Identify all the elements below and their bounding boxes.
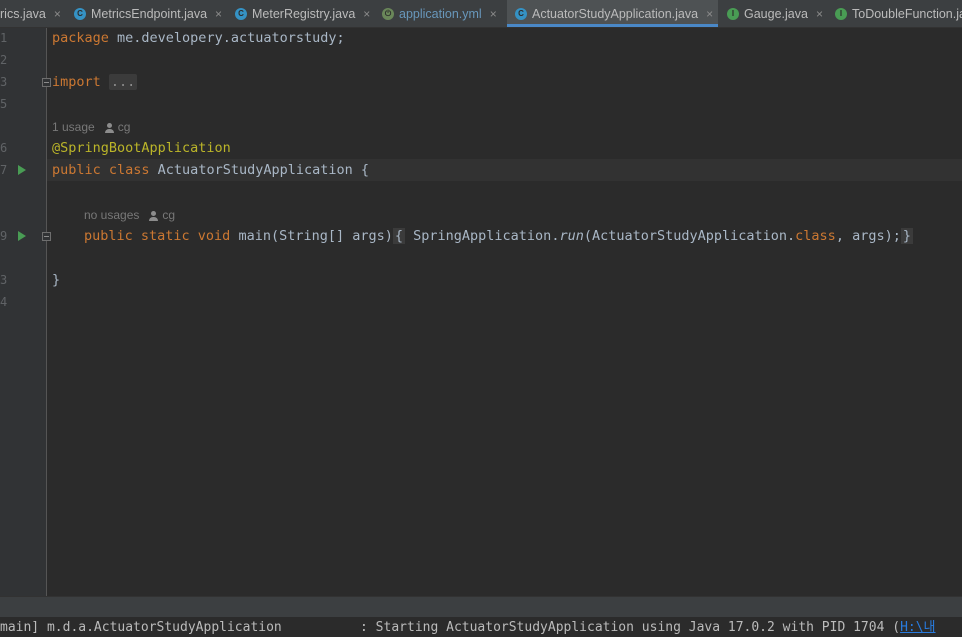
close-icon[interactable]: ×: [490, 7, 497, 21]
tab-actuator-study-application[interactable]: C ActuatorStudyApplication.java ×: [507, 0, 718, 27]
run-class-icon[interactable]: [18, 165, 26, 175]
keyword: public class: [52, 162, 150, 178]
line-number: 3: [0, 75, 8, 89]
line-number: 4: [0, 295, 8, 309]
console-path-link[interactable]: H:\내: [900, 620, 935, 635]
line-number: 5: [0, 97, 8, 111]
keyword: package: [52, 30, 109, 46]
tab-label: ToDoubleFunction.ja: [852, 7, 962, 21]
class-icon: C: [74, 8, 86, 20]
code-line-main: public static void main(String[] args){ …: [84, 228, 913, 244]
close-icon[interactable]: ×: [215, 7, 222, 21]
horizontal-scrollbar[interactable]: [0, 596, 962, 617]
code-editor[interactable]: package me.developery.actuatorstudy; imp…: [47, 28, 962, 596]
folded-brace[interactable]: }: [900, 228, 913, 244]
class-icon: C: [235, 8, 247, 20]
run-main-icon[interactable]: [18, 231, 26, 241]
tab-label: MeterRegistry.java: [252, 7, 356, 21]
author-name: cg: [162, 208, 176, 222]
line-number: 9: [0, 229, 8, 243]
usage-hint[interactable]: no usages cg: [84, 208, 175, 222]
code-line-package: package me.developery.actuatorstudy;: [52, 30, 345, 46]
tab-label: ActuatorStudyApplication.java: [532, 7, 699, 21]
tab-label: rics.java: [0, 7, 46, 21]
class-name: ActuatorStudyApplication {: [149, 162, 369, 178]
spring-yml-icon: ⏻: [382, 8, 394, 20]
code-line-annotation: @SpringBootApplication: [52, 140, 231, 156]
method-run: run: [559, 228, 584, 244]
usage-count: 1 usage: [52, 120, 95, 134]
line-number: 7: [0, 163, 8, 177]
code-line-import: import ...: [52, 74, 138, 90]
keyword: import: [52, 74, 101, 90]
method-call: SpringApplication.: [405, 228, 560, 244]
tab-metrics-endpoint[interactable]: C MetricsEndpoint.java ×: [74, 0, 222, 27]
tab-label: Gauge.java: [744, 7, 808, 21]
tab-to-double-function[interactable]: I ToDoubleFunction.ja: [835, 0, 962, 27]
editor-gutter: 1 2 3 5 6 7 9 3 4: [0, 28, 51, 596]
close-icon[interactable]: ×: [363, 7, 370, 21]
line-number: 6: [0, 141, 8, 155]
line-number: 1: [0, 31, 8, 45]
usage-count: no usages: [84, 208, 140, 222]
tab-label: MetricsEndpoint.java: [91, 7, 208, 21]
code-line-class: public class ActuatorStudyApplication {: [52, 162, 369, 178]
method-args: , args);: [835, 228, 901, 244]
code-line-end: }: [52, 272, 61, 288]
tab-label: application.yml: [399, 7, 482, 21]
tab-metrics[interactable]: rics.java ×: [0, 0, 61, 27]
class-icon: C: [515, 8, 527, 20]
interface-icon: I: [727, 8, 739, 20]
keyword: public static void: [84, 228, 231, 244]
editor-tab-bar: rics.java × C MetricsEndpoint.java × C Meter…: [0, 0, 962, 28]
usage-hint[interactable]: 1 usage cg: [52, 120, 130, 134]
line-number: 2: [0, 53, 8, 67]
author-icon: [104, 123, 114, 133]
folded-brace[interactable]: {: [392, 228, 406, 244]
author-name: cg: [117, 120, 131, 134]
keyword: class: [795, 228, 836, 244]
package-name: me.developery.actuatorstudy;: [108, 30, 345, 46]
method-args: (ActuatorStudyApplication.: [583, 228, 796, 244]
close-icon[interactable]: ×: [706, 7, 713, 21]
close-icon[interactable]: ×: [54, 7, 61, 21]
close-icon[interactable]: ×: [816, 7, 823, 21]
folded-imports[interactable]: ...: [108, 74, 138, 90]
tab-gauge[interactable]: I Gauge.java ×: [727, 0, 823, 27]
tab-meter-registry[interactable]: C MeterRegistry.java ×: [235, 0, 370, 27]
author-icon: [149, 211, 159, 221]
interface-icon: I: [835, 8, 847, 20]
console-output: main] m.d.a.ActuatorStudyApplication : S…: [0, 617, 962, 637]
method-signature: main(String[] args): [230, 228, 393, 244]
tab-application-yml[interactable]: ⏻ application.yml ×: [382, 0, 497, 27]
console-line: main] m.d.a.ActuatorStudyApplication : S…: [0, 620, 901, 635]
line-number: 3: [0, 273, 8, 287]
